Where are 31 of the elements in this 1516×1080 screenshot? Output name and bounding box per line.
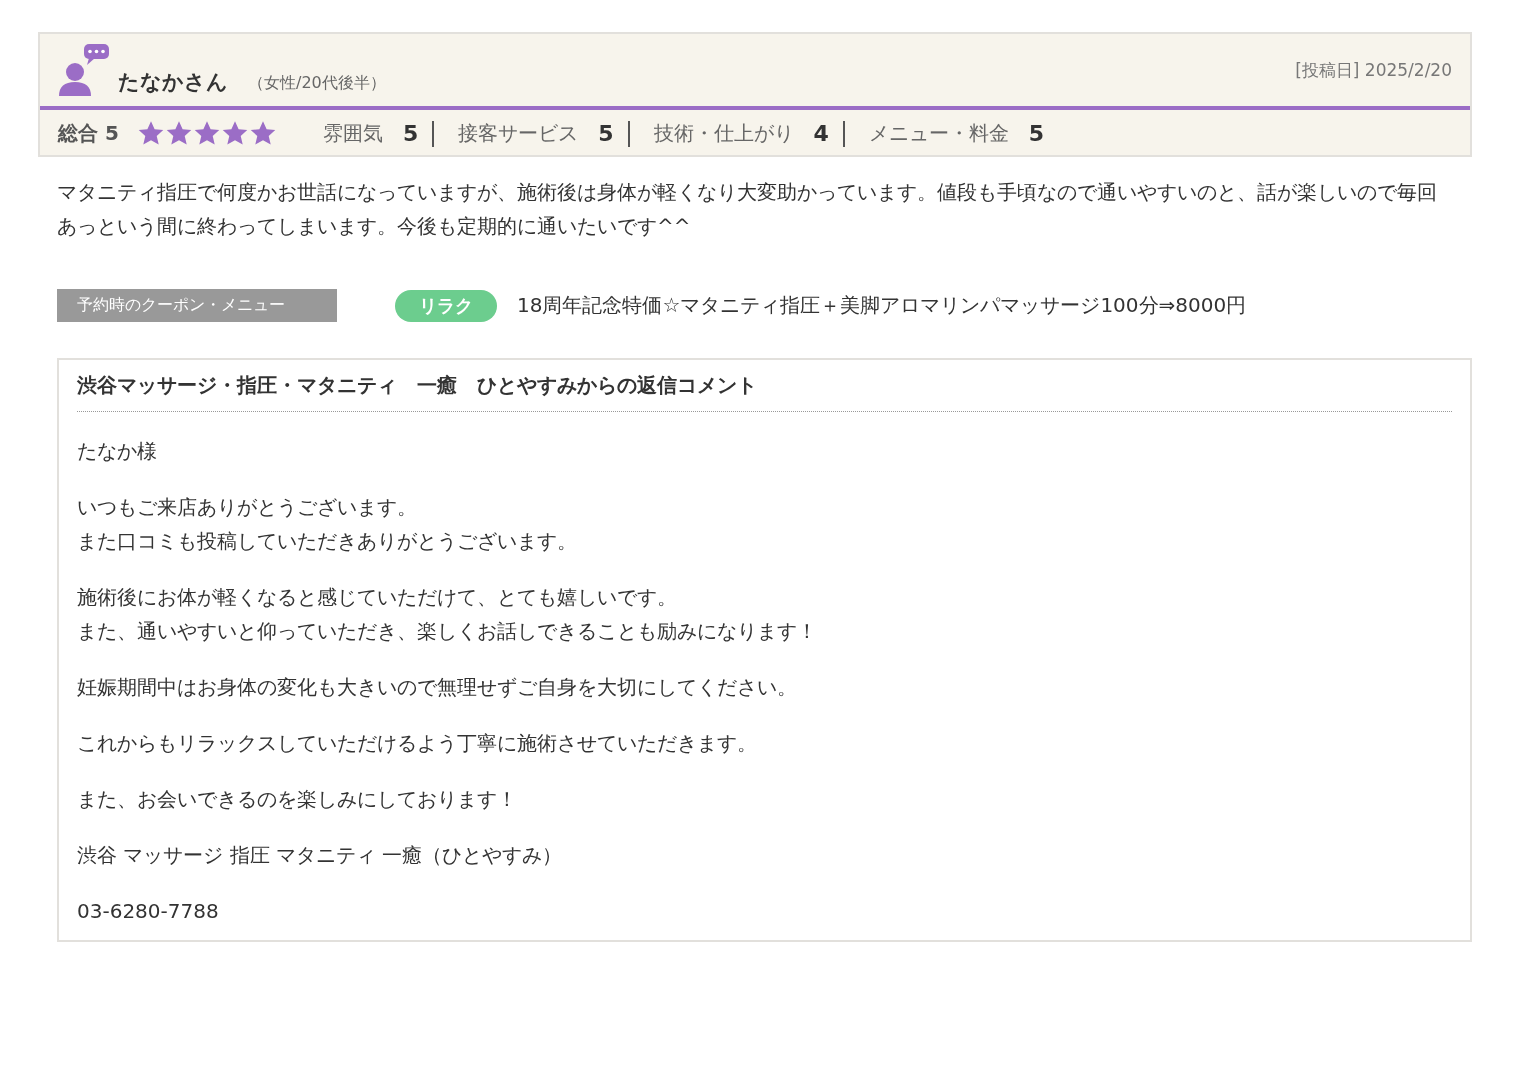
rating-score: 5	[598, 121, 614, 146]
reviewer-profile: （女性/20代後半）	[248, 73, 386, 94]
rating-label: 接客サービス	[458, 120, 579, 147]
reviewer-name: たなかさん	[118, 69, 228, 96]
rating-score: 4	[813, 121, 829, 146]
reply-paragraph: いつもご来店ありがとうございます。 また口コミも投稿していただきありがとうございます。	[77, 494, 578, 555]
star-icon	[164, 120, 193, 147]
coupon-label: 予約時のクーポン・メニュー	[57, 289, 337, 322]
star-icon	[136, 120, 165, 147]
rating-score: 5	[402, 121, 419, 146]
reply-paragraph: 施術後にお体が軽くなると感じていただけて、とても嬉しいです。 また、通いやすいと仰っていただき、楽しくお話しできることも励みになります！	[77, 584, 818, 645]
reply-paragraph: また、お会いできるのを楽しみにしております！	[77, 786, 518, 813]
reply-paragraph: 渋谷 マッサージ 指圧 マタニティ 一癒（ひとやすみ）	[77, 842, 564, 869]
reply-paragraph: これからもリラックスしていただけるよう丁寧に施術させていただきます。	[77, 730, 758, 757]
reply-paragraph: 妊娠期間中はお身体の変化も大きいので無理せずご自身を大切にしてください。	[77, 674, 798, 701]
category-badge: リラク	[395, 289, 497, 322]
user-comment-icon	[58, 44, 110, 96]
overall-rating: 総合 5	[58, 120, 119, 147]
coupon-text: 18周年記念特価☆マタニティ指圧＋美脚アロマリンパマッサージ100分⇒8000円	[517, 292, 1247, 319]
post-date: [投稿日] 2025/2/20	[1295, 59, 1452, 82]
reply-title: 渋谷マッサージ・指圧・マタニティ 一癒 ひとやすみからの返信コメント	[77, 370, 1452, 412]
review-text: マタニティ指圧で何度かお世話になっていますが、施術後は身体が軽くなり大変助かっています。値段も手頃なので通いやすいのと、話が楽しいので毎回あっという間に終わってしまいます。今後も定期的に通いたいです^^	[57, 179, 1438, 240]
rating-label: 雰囲気	[322, 120, 383, 147]
rating-score: 5	[1028, 121, 1045, 146]
reply-paragraph: たなか様	[77, 438, 158, 465]
star-icon	[192, 120, 221, 147]
star-icon	[248, 120, 277, 147]
star-icon	[220, 120, 249, 147]
rating-label: 技術・仕上がり	[653, 120, 794, 147]
rating-label: メニュー・料金	[868, 120, 1009, 147]
reply-paragraph: 03-6280-7788	[77, 898, 220, 925]
